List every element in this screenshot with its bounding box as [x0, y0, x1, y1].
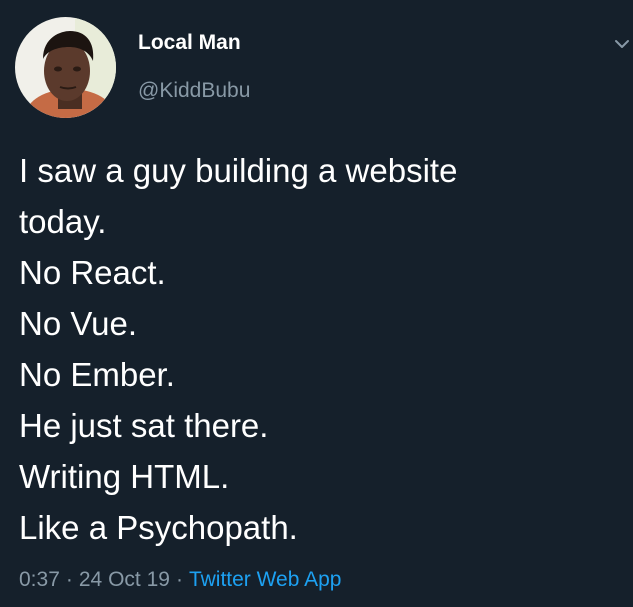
tweet-line: He just sat there.	[19, 407, 269, 444]
chevron-down-icon[interactable]	[612, 34, 632, 54]
tweet-line: No Vue.	[19, 305, 138, 342]
tweet-card: Local Man @KiddBubu I saw a guy building…	[0, 0, 633, 607]
avatar[interactable]	[15, 17, 116, 118]
user-handle[interactable]: @KiddBubu	[138, 79, 250, 103]
tweet-text: I saw a guy building a website today. No…	[19, 145, 619, 553]
tweet-source-link[interactable]: Twitter Web App	[189, 568, 342, 591]
meta-separator: ·	[175, 568, 183, 591]
tweet-time[interactable]: 0:37	[19, 568, 60, 591]
meta-separator: ·	[65, 568, 73, 591]
tweet-line: Writing HTML.	[19, 458, 230, 495]
tweet-meta: 0:37 · 24 Oct 19 · Twitter Web App	[19, 566, 341, 594]
tweet-line: today.	[19, 203, 107, 240]
tweet-date[interactable]: 24 Oct 19	[79, 568, 170, 591]
tweet-line: I saw a guy building a website	[19, 152, 458, 189]
tweet-line: Like a Psychopath.	[19, 509, 298, 546]
display-name[interactable]: Local Man	[138, 31, 241, 55]
avatar-photo	[15, 17, 116, 118]
tweet-line: No Ember.	[19, 356, 175, 393]
tweet-line: No React.	[19, 254, 166, 291]
